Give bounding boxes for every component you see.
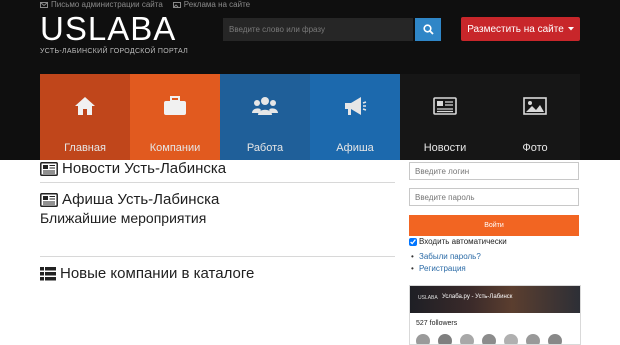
nav-tile-home[interactable]: Главная [40,74,130,160]
briefcase-icon [164,96,186,115]
admin-mail-link[interactable]: Письмо администрации сайта [40,0,163,10]
site-header: Письмо администрации сайта Реклама на са… [0,0,620,160]
site-logo[interactable]: USLABA [40,12,176,46]
events-section-header[interactable]: Афиша Усть-Лабинска [40,191,395,208]
forgot-password-link[interactable]: Забыли пароль? [411,251,580,263]
account-links: Забыли пароль? Регистрация [409,251,580,275]
nav-tile-home-label: Главная [64,142,106,154]
main-content: Новости Усть-Лабинска Афиша Усть-Лабинск… [40,160,395,282]
news-section-title: Новости Усть-Лабинска [62,160,227,177]
nav-tile-jobs[interactable]: Работа [220,74,310,160]
events-subtitle: Ближайшие мероприятия [40,210,207,226]
remember-checkbox[interactable] [409,237,417,246]
search-input[interactable] [223,18,413,41]
login-button[interactable]: Войти [409,215,579,236]
list-icon [40,266,56,280]
top-links: Письмо администрации сайта Реклама на са… [40,0,250,10]
widget-followers: 527 followers [416,320,458,327]
megaphone-icon [345,97,367,115]
nav-tile-news[interactable]: Новости [400,74,490,160]
remember-label: Входить автоматически [419,237,507,246]
login-input[interactable] [409,162,579,180]
widget-cover: USLABA Услаба.ру - Усть-Лабинск [410,286,580,313]
nav-tile-companies[interactable]: Компании [130,74,220,160]
avatar[interactable] [548,334,562,344]
avatar[interactable] [482,334,496,344]
avatar[interactable] [460,334,474,344]
widget-brand: USLABA [418,295,438,301]
post-on-site-label: Разместить на сайте [467,23,564,35]
envelope-icon [40,2,48,8]
nav-tile-events[interactable]: Афиша [310,74,400,160]
social-widget[interactable]: USLABA Услаба.ру - Усть-Лабинск 527 foll… [409,285,581,345]
avatar[interactable] [504,334,518,344]
companies-section-header[interactable]: Новые компании в каталоге [40,265,395,282]
newspaper-icon [40,161,58,176]
caret-down-icon [567,27,574,31]
companies-section-title: Новые компании в каталоге [60,265,255,282]
ads-link[interactable]: Реклама на сайте [172,0,251,10]
remember-me[interactable]: Входить автоматически [409,237,580,246]
companies-section: Новые компании в каталоге [40,265,395,282]
follower-avatars [416,334,562,344]
nav-tile-events-label: Афиша [336,142,374,154]
users-icon [252,97,278,115]
ads-label: Реклама на сайте [183,0,251,9]
nav-tile-jobs-label: Работа [246,142,284,154]
password-input[interactable] [409,188,579,206]
news-section-header[interactable]: Новости Усть-Лабинска [40,160,395,177]
events-section-title: Афиша Усть-Лабинска [62,191,220,208]
avatar[interactable] [438,334,452,344]
search-icon [422,24,434,35]
avatar[interactable] [416,334,430,344]
widget-name[interactable]: Услаба.ру - Усть-Лабинск [442,294,512,300]
image-icon [523,97,547,115]
picture-icon [172,2,181,8]
post-on-site-button[interactable]: Разместить на сайте [461,17,580,41]
nav-tile-news-label: Новости [423,142,467,154]
login-sidebar: Войти Входить автоматически Забыли парол… [409,160,581,345]
register-link[interactable]: Регистрация [411,263,580,275]
search-button[interactable] [415,18,441,41]
nav-tile-companies-label: Компании [149,142,201,154]
avatar[interactable] [526,334,540,344]
main-nav: Главная Компании Работа Афиша Новости Фо… [40,74,580,160]
admin-mail-label: Письмо администрации сайта [51,0,163,9]
nav-tile-photo[interactable]: Фото [490,74,580,160]
news-section: Новости Усть-Лабинска [40,160,395,183]
home-icon [75,97,95,115]
site-tagline: УСТЬ-ЛАБИНСКИЙ ГОРОДСКОЙ ПОРТАЛ [40,48,189,55]
events-section: Афиша Усть-Лабинска Ближайшие мероприяти… [40,191,395,257]
newspaper-icon [433,97,457,115]
nav-tile-photo-label: Фото [522,142,548,154]
newspaper-icon [40,192,58,207]
